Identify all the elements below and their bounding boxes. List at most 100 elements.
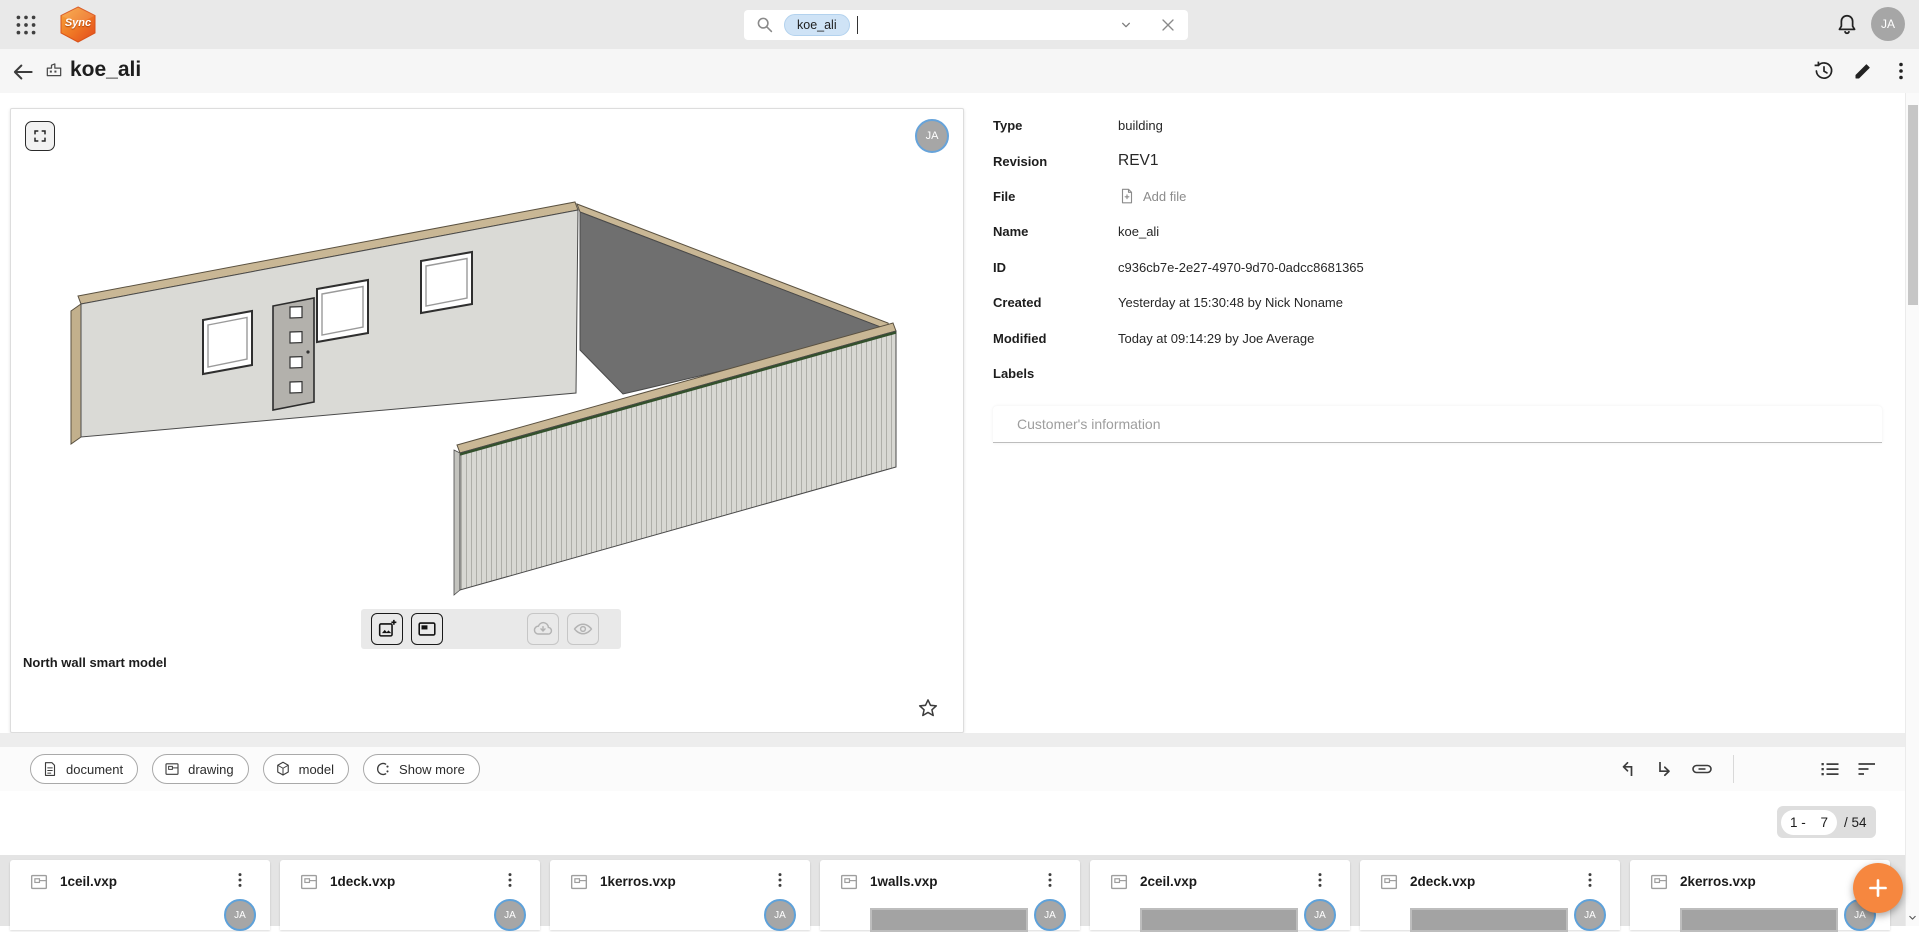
file-menu-button[interactable] bbox=[230, 868, 250, 892]
file-name: 2ceil.vxp bbox=[1140, 874, 1197, 889]
file-menu-button[interactable] bbox=[1040, 868, 1060, 892]
detail-label: Revision bbox=[993, 154, 1118, 169]
file-avatar[interactable]: JA bbox=[1304, 899, 1336, 931]
filter-chip-drawing[interactable]: drawing bbox=[152, 754, 249, 784]
model-3d-preview[interactable] bbox=[61, 197, 911, 603]
plus-icon bbox=[1865, 875, 1891, 901]
file-avatar[interactable]: JA bbox=[224, 899, 256, 931]
file-card[interactable]: 1deck.vxp JA bbox=[280, 860, 540, 930]
list-actions bbox=[1616, 755, 1879, 783]
edit-button[interactable] bbox=[1851, 59, 1875, 83]
file-thumbnail bbox=[870, 908, 1028, 932]
pagination[interactable]: 1 - 7 / 54 bbox=[1777, 806, 1876, 838]
file-thumbnail bbox=[1410, 908, 1568, 932]
sort-button[interactable] bbox=[1855, 757, 1879, 781]
filter-chip-document[interactable]: document bbox=[30, 754, 138, 784]
related-files-row: 1ceil.vxp JA 1deck.vxp JA 1kerros.vxp JA bbox=[0, 855, 1919, 926]
detail-label: Labels bbox=[993, 366, 1118, 381]
filter-chip-show-more[interactable]: Show more bbox=[363, 754, 480, 784]
section-divider bbox=[0, 733, 1919, 747]
list-view-button[interactable] bbox=[1818, 757, 1842, 781]
add-file-button[interactable]: Add file bbox=[1118, 187, 1186, 205]
file-card[interactable]: 1walls.vxp JA bbox=[820, 860, 1080, 930]
file-avatar[interactable]: JA bbox=[1574, 899, 1606, 931]
move-up-level-button[interactable] bbox=[1616, 757, 1640, 781]
more-vert-icon bbox=[1040, 868, 1060, 892]
detail-value: building bbox=[1118, 118, 1163, 133]
user-avatar[interactable]: JA bbox=[1871, 7, 1905, 41]
file-card[interactable]: 1ceil.vxp JA bbox=[10, 860, 270, 930]
file-menu-button[interactable] bbox=[770, 868, 790, 892]
cube-icon bbox=[274, 760, 292, 778]
notifications-button[interactable] bbox=[1834, 12, 1860, 38]
document-icon bbox=[41, 760, 59, 778]
scrollbar-thumb[interactable] bbox=[1908, 105, 1918, 305]
file-name: 1ceil.vxp bbox=[60, 874, 117, 889]
filter-chip-model[interactable]: model bbox=[263, 754, 349, 784]
add-new-fab[interactable] bbox=[1853, 863, 1903, 913]
move-down-level-button[interactable] bbox=[1653, 757, 1677, 781]
detail-value: Yesterday at 15:30:48 by Nick Noname bbox=[1118, 295, 1343, 310]
preview-caption: North wall smart model bbox=[23, 655, 167, 670]
divider bbox=[1733, 755, 1734, 783]
more-vert-icon bbox=[1889, 59, 1913, 83]
drawing-icon bbox=[163, 760, 181, 778]
chevron-down-icon[interactable] bbox=[1116, 15, 1136, 35]
filter-chip-label: document bbox=[66, 762, 123, 777]
drawing-file-icon bbox=[1648, 871, 1670, 893]
detail-value: Today at 09:14:29 by Joe Average bbox=[1118, 331, 1314, 346]
favorite-star-button[interactable] bbox=[915, 696, 941, 722]
file-menu-button[interactable] bbox=[500, 868, 520, 892]
more-options-button[interactable] bbox=[1889, 59, 1913, 83]
file-menu-button[interactable] bbox=[1580, 868, 1600, 892]
sync-logo[interactable]: Sync bbox=[58, 6, 98, 43]
modifier-avatar[interactable]: JA bbox=[915, 119, 949, 153]
search-bar[interactable]: koe_ali bbox=[744, 10, 1188, 40]
fullscreen-button[interactable] bbox=[25, 121, 55, 151]
page-range-start: 1 - bbox=[1790, 815, 1806, 830]
drawing-file-icon bbox=[1108, 871, 1130, 893]
arrow-turn-left-icon bbox=[1616, 757, 1640, 781]
file-card[interactable]: 2deck.vxp JA bbox=[1360, 860, 1620, 930]
text-cursor bbox=[857, 16, 858, 34]
file-card[interactable]: 2kerros.vxp JA bbox=[1630, 860, 1890, 930]
details-panel: Type building Revision REV1 File Add fil… bbox=[993, 108, 1885, 443]
detail-row-modified: Modified Today at 09:14:29 by Joe Averag… bbox=[993, 320, 1885, 355]
detail-row-created: Created Yesterday at 15:30:48 by Nick No… bbox=[993, 285, 1885, 320]
file-card[interactable]: 1kerros.vxp JA bbox=[550, 860, 810, 930]
list-icon bbox=[1818, 757, 1842, 781]
file-card[interactable]: 2ceil.vxp JA bbox=[1090, 860, 1350, 930]
history-button[interactable] bbox=[1812, 59, 1836, 83]
search-term-chip[interactable]: koe_ali bbox=[784, 14, 850, 36]
file-avatar[interactable]: JA bbox=[1034, 899, 1066, 931]
customer-information-input[interactable] bbox=[993, 406, 1882, 443]
arrow-turn-down-right-icon bbox=[1653, 757, 1677, 781]
drawing-file-icon bbox=[298, 871, 320, 893]
download-button bbox=[527, 613, 559, 645]
filter-chip-label: Show more bbox=[399, 762, 465, 777]
picture-in-picture-button[interactable] bbox=[411, 613, 443, 645]
drawing-file-icon bbox=[1378, 871, 1400, 893]
more-vert-icon bbox=[1310, 868, 1330, 892]
file-avatar[interactable]: JA bbox=[494, 899, 526, 931]
more-vert-icon bbox=[230, 868, 250, 892]
back-button[interactable] bbox=[10, 59, 36, 85]
apps-grid-button[interactable] bbox=[13, 12, 39, 38]
page-range-pill[interactable]: 1 - 7 bbox=[1781, 810, 1837, 835]
file-menu-button[interactable] bbox=[1310, 868, 1330, 892]
filter-chip-label: drawing bbox=[188, 762, 234, 777]
star-icon bbox=[915, 696, 941, 722]
vertical-scrollbar[interactable] bbox=[1905, 93, 1919, 926]
more-vert-icon bbox=[1580, 868, 1600, 892]
clear-search-icon[interactable] bbox=[1158, 15, 1178, 35]
more-vert-icon bbox=[770, 868, 790, 892]
pencil-icon bbox=[1851, 59, 1875, 83]
file-name: 1walls.vxp bbox=[870, 874, 938, 889]
add-image-button[interactable] bbox=[371, 613, 403, 645]
link-button[interactable] bbox=[1690, 757, 1714, 781]
scroll-down-icon[interactable] bbox=[1906, 911, 1919, 924]
detail-value: koe_ali bbox=[1118, 224, 1159, 239]
file-name: 1deck.vxp bbox=[330, 874, 395, 889]
filter-chip-label: model bbox=[299, 762, 334, 777]
file-avatar[interactable]: JA bbox=[764, 899, 796, 931]
